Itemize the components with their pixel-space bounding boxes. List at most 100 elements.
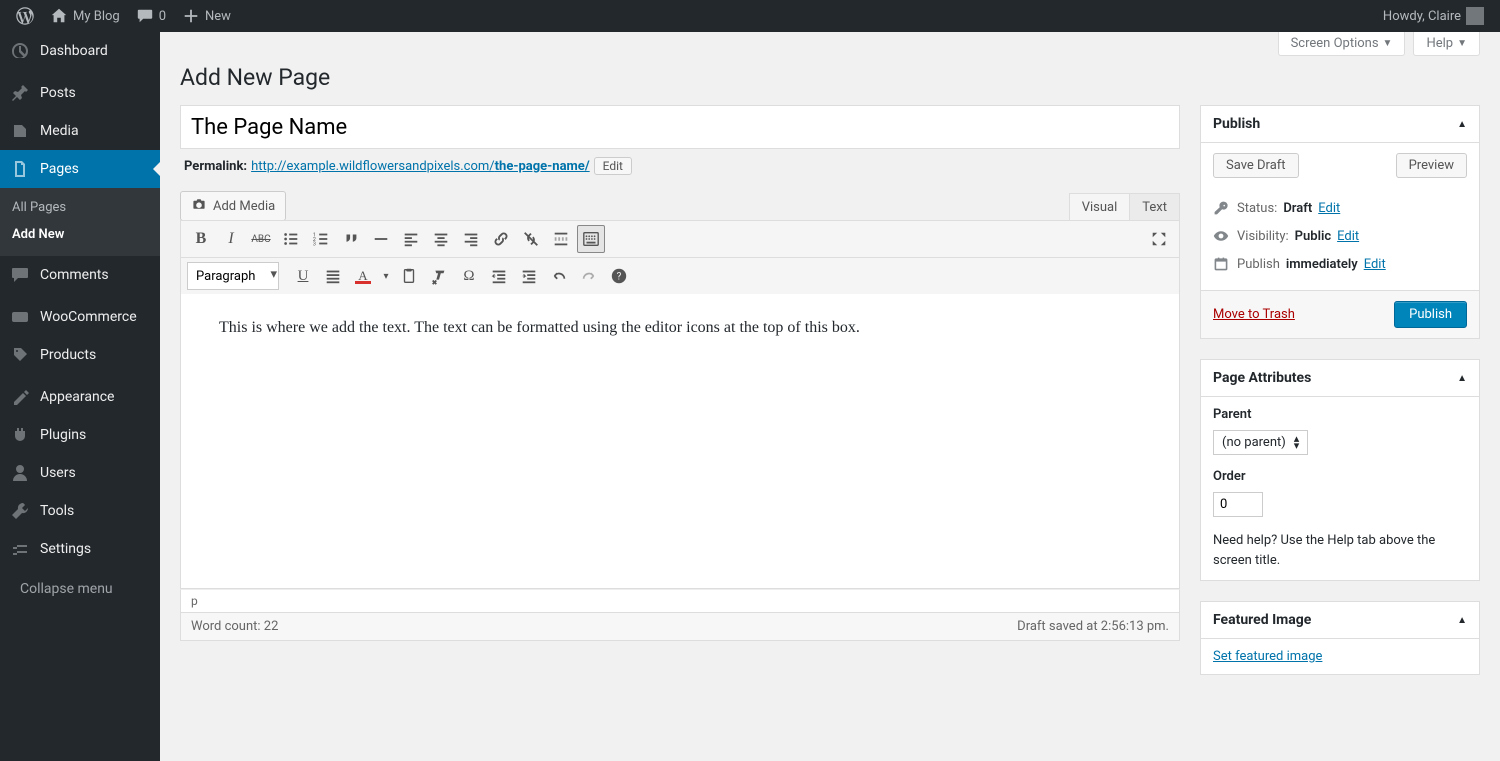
help-icon-button[interactable]: ? [605, 262, 633, 290]
readmore-button[interactable] [547, 225, 575, 253]
home-icon [50, 7, 68, 25]
editor-toolbar-row2: Paragraph U A ▾ Ω ? [180, 258, 1180, 294]
menu-appearance[interactable]: Appearance [0, 378, 160, 416]
status-edit-link[interactable]: Edit [1318, 201, 1340, 216]
caret-up-icon: ▲ [1457, 615, 1467, 626]
menu-woocommerce[interactable]: WooCommerce [0, 298, 160, 336]
save-draft-button[interactable]: Save Draft [1213, 153, 1299, 178]
comments-link[interactable]: 0 [128, 0, 174, 32]
content-editor[interactable]: This is where we add the text. The text … [180, 294, 1180, 589]
parent-label: Parent [1213, 407, 1467, 422]
word-count: Word count: 22 [191, 619, 278, 634]
menu-products[interactable]: Products [0, 336, 160, 374]
wp-logo[interactable] [8, 0, 42, 32]
parent-select[interactable]: (no parent)▴▾ [1213, 430, 1308, 455]
undo-button[interactable] [545, 262, 573, 290]
caret-down-icon: ▼ [1383, 38, 1393, 49]
set-featured-image-link[interactable]: Set featured image [1213, 649, 1322, 664]
dashboard-icon [10, 41, 30, 61]
menu-pages[interactable]: Pages [0, 150, 160, 188]
permalink-label: Permalink: [184, 159, 247, 174]
editor-toolbar-row1: B I ABC 123 [180, 220, 1180, 258]
textcolor-button[interactable]: A [349, 262, 377, 290]
quote-button[interactable] [337, 225, 365, 253]
new-label: New [205, 9, 231, 24]
menu-plugins[interactable]: Plugins [0, 416, 160, 454]
permalink-link[interactable]: http://example.wildflowersandpixels.com/… [251, 159, 590, 174]
title-input[interactable] [180, 105, 1180, 149]
page-heading: Add New Page [180, 64, 1480, 91]
caret-up-icon: ▲ [1457, 119, 1467, 130]
menu-media[interactable]: Media [0, 112, 160, 150]
menu-tools[interactable]: Tools [0, 492, 160, 530]
indent-button[interactable] [515, 262, 543, 290]
underline-button[interactable]: U [289, 262, 317, 290]
select-arrows-icon: ▴▾ [1294, 436, 1300, 449]
align-left-button[interactable] [397, 225, 425, 253]
camera-icon [191, 196, 207, 216]
account-link[interactable]: Howdy, Claire [1375, 0, 1492, 32]
move-to-trash-link[interactable]: Move to Trash [1213, 307, 1295, 322]
svg-text:3: 3 [313, 241, 316, 247]
attrs-help-text: Need help? Use the Help tab above the sc… [1213, 531, 1467, 570]
order-label: Order [1213, 469, 1467, 484]
outdent-button[interactable] [485, 262, 513, 290]
howdy-text: Howdy, Claire [1383, 9, 1461, 24]
visibility-edit-link[interactable]: Edit [1337, 229, 1359, 244]
ul-button[interactable] [277, 225, 305, 253]
kitchensink-button[interactable] [577, 225, 605, 253]
new-link[interactable]: New [174, 0, 239, 32]
key-icon [1213, 200, 1231, 216]
menu-users[interactable]: Users [0, 454, 160, 492]
attrs-heading[interactable]: Page Attributes▲ [1201, 360, 1479, 397]
help-button[interactable]: Help▼ [1413, 32, 1480, 56]
content-area: Screen Options▼ Help▼ Add New Page Perma… [160, 32, 1500, 761]
wordpress-icon [16, 7, 34, 25]
screen-options-button[interactable]: Screen Options▼ [1278, 32, 1406, 56]
permalink-edit-button[interactable]: Edit [594, 157, 632, 175]
publish-button[interactable]: Publish [1394, 301, 1467, 328]
menu-posts[interactable]: Posts [0, 74, 160, 112]
menu-dashboard[interactable]: Dashboard [0, 32, 160, 70]
appearance-icon [10, 387, 30, 407]
settings-icon [10, 539, 30, 559]
strike-button[interactable]: ABC [247, 225, 275, 253]
format-select[interactable]: Paragraph [187, 262, 279, 290]
paste-text-button[interactable] [395, 262, 423, 290]
hr-button[interactable] [367, 225, 395, 253]
avatar [1466, 7, 1484, 25]
pin-icon [10, 83, 30, 103]
align-right-button[interactable] [457, 225, 485, 253]
featured-heading[interactable]: Featured Image▲ [1201, 602, 1479, 639]
submenu-all-pages[interactable]: All Pages [0, 194, 160, 221]
link-button[interactable] [487, 225, 515, 253]
submenu-add-new[interactable]: Add New [0, 221, 160, 248]
site-link[interactable]: My Blog [42, 0, 128, 32]
justify-button[interactable] [319, 262, 347, 290]
media-icon [10, 121, 30, 141]
preview-button[interactable]: Preview [1396, 153, 1467, 178]
menu-settings[interactable]: Settings [0, 530, 160, 568]
tab-visual[interactable]: Visual [1069, 193, 1130, 221]
woo-icon [10, 307, 30, 327]
align-center-button[interactable] [427, 225, 455, 253]
ol-button[interactable]: 123 [307, 225, 335, 253]
textcolor-dropdown[interactable]: ▾ [379, 262, 393, 290]
redo-button[interactable] [575, 262, 603, 290]
unlink-button[interactable] [517, 225, 545, 253]
menu-comments[interactable]: Comments [0, 256, 160, 294]
charmap-button[interactable]: Ω [455, 262, 483, 290]
permalink-row: Permalink: http://example.wildflowersand… [180, 149, 1180, 177]
admin-menu: Dashboard Posts Media Pages All Pages Ad… [0, 32, 160, 761]
collapse-menu[interactable]: Collapse menu [0, 572, 160, 606]
bold-button[interactable]: B [187, 225, 215, 253]
order-input[interactable] [1213, 492, 1263, 517]
fullscreen-button[interactable] [1145, 225, 1173, 253]
add-media-button[interactable]: Add Media [180, 191, 286, 221]
clearformat-button[interactable] [425, 262, 453, 290]
publish-heading[interactable]: Publish▲ [1201, 106, 1479, 143]
schedule-edit-link[interactable]: Edit [1364, 257, 1386, 272]
publish-box: Publish▲ Save Draft Preview Status: Draf… [1200, 105, 1480, 339]
italic-button[interactable]: I [217, 225, 245, 253]
tab-text[interactable]: Text [1129, 193, 1180, 221]
